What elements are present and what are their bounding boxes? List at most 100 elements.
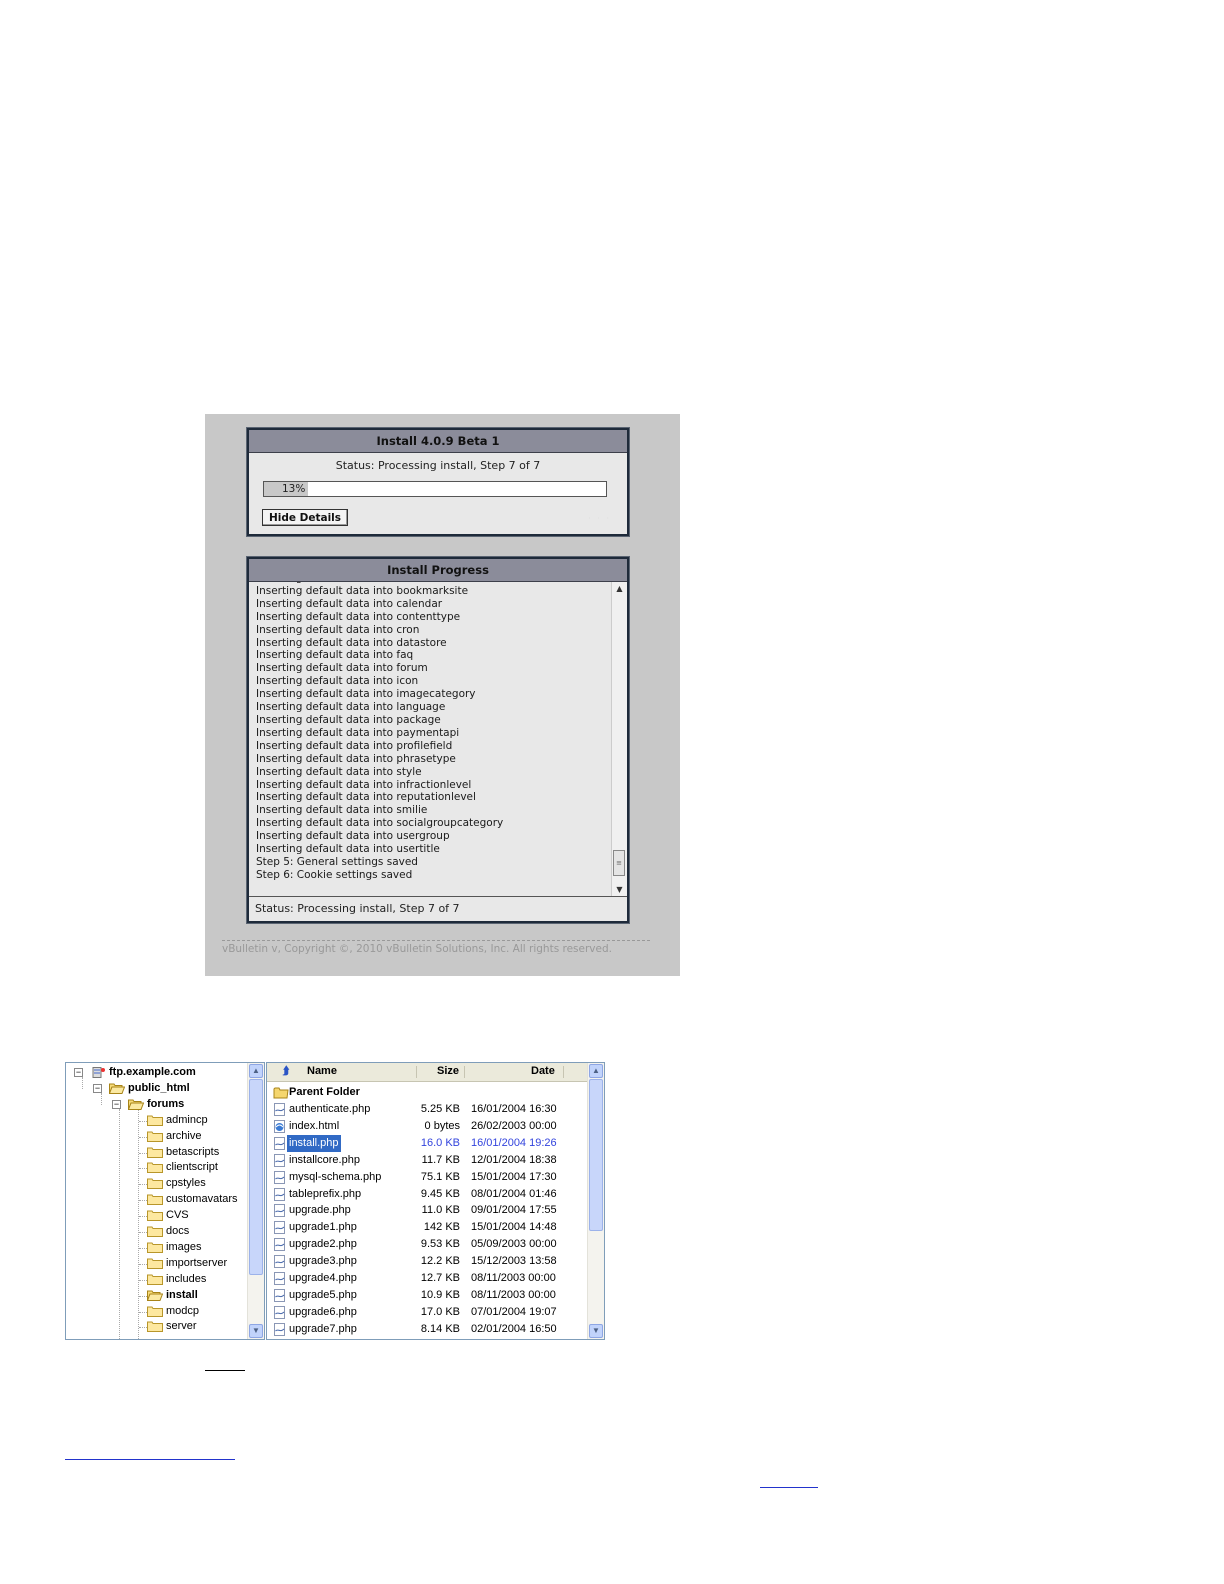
install-status-text: Status: Processing install, Step 7 of 7 — [335, 459, 541, 472]
log-line: Inserting default data into profilefield — [256, 739, 453, 752]
php-file-icon — [273, 1221, 287, 1235]
file-date: 08/11/2003 00:00 — [471, 1272, 556, 1284]
file-row[interactable]: tableprefix.php 9.45 KB 08/01/2004 01:46 — [267, 1186, 587, 1203]
file-name: upgrade3.php — [289, 1255, 357, 1268]
folder-icon — [147, 1258, 163, 1269]
tree-scrollbar[interactable]: ▲ ▼ — [247, 1063, 264, 1339]
scroll-thumb[interactable]: ≡ — [613, 850, 625, 876]
tree-item[interactable]: forums — [128, 1097, 184, 1112]
scroll-down-icon[interactable]: ▼ — [249, 1324, 263, 1338]
file-date: 05/09/2003 00:00 — [471, 1238, 557, 1251]
tree-item-label: includes — [166, 1272, 207, 1285]
scroll-down-icon[interactable]: ▼ — [612, 885, 627, 894]
tree-item[interactable]: includes — [147, 1272, 206, 1287]
tree-item[interactable]: betascripts — [147, 1145, 219, 1160]
column-name[interactable]: Name — [307, 1065, 337, 1077]
file-date: 09/01/2004 17:55 — [471, 1204, 557, 1217]
tree-item-label: CVS — [166, 1209, 189, 1222]
file-size: 142 KB — [423, 1221, 460, 1234]
tree-item[interactable]: importserver — [147, 1256, 227, 1271]
install-log-scrollbar[interactable]: ▲ ≡ ▼ — [611, 582, 627, 896]
php-file-icon — [273, 1170, 287, 1184]
scroll-thumb[interactable] — [589, 1079, 603, 1231]
php-file-icon — [273, 1187, 287, 1201]
tree-item[interactable]: ftp.example.com — [90, 1065, 196, 1080]
file-row[interactable]: upgrade4.php 12.7 KB 08/11/2003 00:00 — [267, 1270, 587, 1287]
file-name: mysql-schema.php — [289, 1170, 382, 1183]
collapse-icon[interactable]: − — [112, 1099, 121, 1109]
tree-item[interactable]: modcp — [147, 1304, 199, 1319]
file-size: 12.7 KB — [420, 1272, 460, 1284]
install-log[interactable]: Inserting default data into datastoreIns… — [249, 582, 621, 896]
file-size: 10.9 KB — [420, 1288, 460, 1301]
tree-item-label: forums — [147, 1097, 185, 1110]
hide-details-button[interactable]: Hide Details — [262, 509, 348, 526]
file-name: upgrade7.php — [289, 1322, 357, 1335]
file-scrollbar[interactable]: ▲ ▼ — [587, 1063, 604, 1339]
column-size[interactable]: Size — [437, 1065, 459, 1077]
file-date: 16/01/2004 19:26 — [471, 1136, 557, 1149]
column-date[interactable]: Date — [531, 1065, 555, 1077]
file-row[interactable]: installcore.php 11.7 KB 12/01/2004 18:38 — [267, 1152, 587, 1169]
php-file-icon — [273, 1255, 287, 1269]
scroll-up-icon[interactable]: ▲ — [589, 1064, 603, 1078]
install-panel-title: Install 4.0.9 Beta 1 — [249, 430, 627, 453]
tree-item[interactable]: public_html — [109, 1081, 190, 1096]
link-underline[interactable] — [65, 1459, 235, 1460]
folder-icon — [147, 1306, 163, 1317]
install-log-lines: Inserting default data into datastoreIns… — [256, 582, 503, 882]
file-row[interactable]: upgrade5.php 10.9 KB 08/11/2003 00:00 — [267, 1287, 587, 1304]
file-name: upgrade.php — [289, 1204, 351, 1217]
link-underline[interactable] — [205, 1370, 245, 1371]
up-arrow-icon[interactable]: ⮭ — [283, 1065, 290, 1078]
tree-item[interactable]: server — [147, 1319, 197, 1334]
file-row[interactable]: upgrade2.php 9.53 KB 05/09/2003 00:00 — [267, 1236, 587, 1253]
ftp-browser-screenshot: − ftp.example.com − public_html − forums admin… — [65, 1062, 605, 1340]
file-date: 12/01/2004 18:38 — [471, 1153, 557, 1166]
php-file-icon — [273, 1305, 287, 1319]
log-line: Inserting default data into reputationle… — [256, 791, 476, 804]
tree-item[interactable]: cpstyles — [147, 1176, 206, 1191]
parent-folder-row[interactable]: Parent Folder — [267, 1084, 587, 1101]
file-row[interactable]: mysql-schema.php 75.1 KB 15/01/2004 17:30 — [267, 1169, 587, 1186]
collapse-icon[interactable]: − — [93, 1083, 102, 1093]
file-name: authenticate.php — [289, 1103, 371, 1115]
tree-item[interactable]: clientscript — [147, 1160, 218, 1175]
file-row[interactable]: upgrade7.php 8.14 KB 02/01/2004 16:50 — [267, 1321, 587, 1338]
scroll-up-icon[interactable]: ▲ — [249, 1064, 263, 1078]
scroll-up-icon[interactable]: ▲ — [612, 584, 627, 593]
file-row[interactable]: install.php 16.0 KB 16/01/2004 19:26 — [267, 1134, 587, 1152]
tree-item-label: admincp — [166, 1113, 208, 1126]
link-underline[interactable] — [760, 1487, 818, 1488]
file-name: tableprefix.php — [289, 1187, 362, 1200]
tree-item[interactable]: archive — [147, 1129, 201, 1144]
tree-item[interactable]: install — [147, 1288, 198, 1303]
file-list: ⮭ Name Size Date Parent Folder authentic… — [266, 1062, 605, 1340]
tree-item[interactable]: CVS — [147, 1208, 189, 1223]
log-line: Inserting default data into bookmarksite — [256, 584, 469, 597]
log-line: Inserting default data into forum — [256, 662, 428, 675]
tree-item[interactable]: images — [147, 1240, 201, 1255]
file-list-header: ⮭ Name Size Date — [267, 1063, 587, 1082]
scroll-thumb[interactable] — [249, 1079, 263, 1275]
file-row[interactable]: upgrade1.php 142 KB 15/01/2004 14:48 — [267, 1219, 587, 1236]
tree-item[interactable]: docs — [147, 1224, 189, 1239]
progress-bar: 13% — [263, 481, 607, 497]
decorative-dots: · · · — [588, 514, 611, 523]
scroll-down-icon[interactable]: ▼ — [589, 1324, 603, 1338]
tree-item[interactable]: customavatars — [147, 1192, 238, 1207]
file-date: 26/02/2003 00:00 — [471, 1119, 557, 1132]
file-date: 08/01/2004 01:46 — [471, 1187, 557, 1200]
log-line: Inserting default data into phrasetype — [256, 752, 456, 765]
tree-item[interactable]: admincp — [147, 1113, 208, 1128]
file-row[interactable]: upgrade.php 11.0 KB 09/01/2004 17:55 — [267, 1202, 587, 1219]
log-line: Step 6: Cookie settings saved — [256, 868, 413, 881]
file-size: 16.0 KB — [420, 1136, 460, 1149]
file-date: 15/01/2004 14:48 — [471, 1221, 557, 1234]
file-row[interactable]: index.html 0 bytes 26/02/2003 00:00 — [267, 1118, 587, 1135]
collapse-icon[interactable]: − — [74, 1068, 83, 1077]
file-row[interactable]: upgrade3.php 12.2 KB 15/12/2003 13:58 — [267, 1253, 587, 1270]
file-row[interactable]: upgrade6.php 17.0 KB 07/01/2004 19:07 — [267, 1304, 587, 1321]
file-row[interactable]: authenticate.php 5.25 KB 16/01/2004 16:30 — [267, 1101, 587, 1118]
file-size: 12.2 KB — [420, 1255, 460, 1268]
